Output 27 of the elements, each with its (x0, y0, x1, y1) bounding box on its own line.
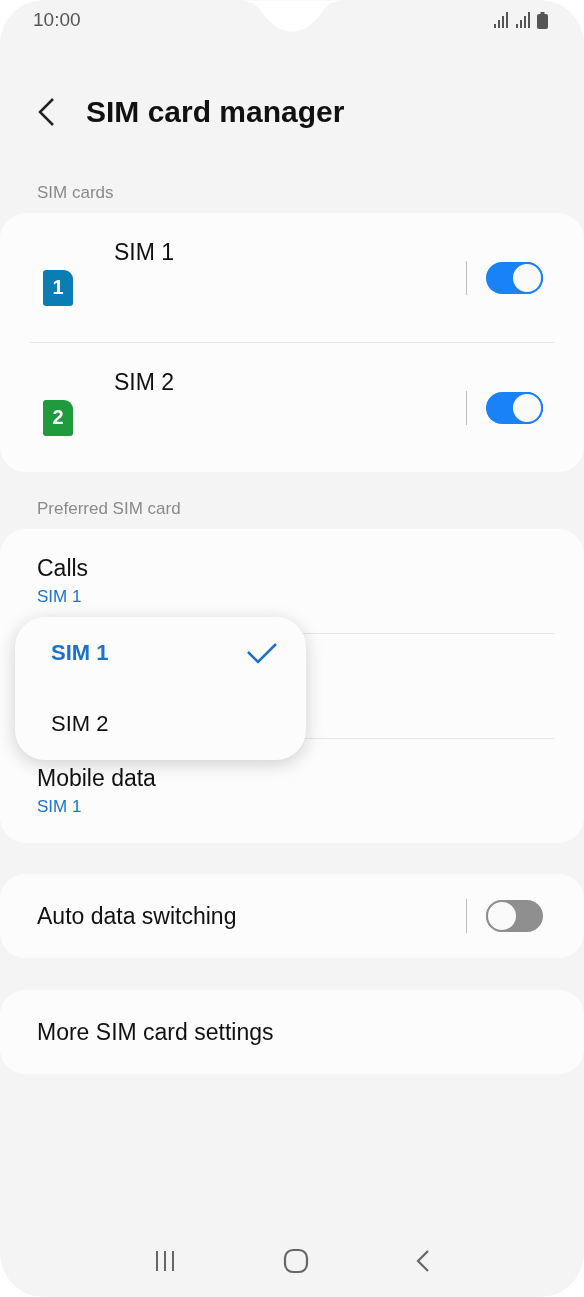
back-nav-icon[interactable] (415, 1249, 431, 1273)
popup-option[interactable]: SIM 1 (51, 617, 278, 688)
status-time: 10:00 (33, 9, 81, 31)
toggle-switch[interactable] (486, 261, 543, 294)
section-heading: SIM cards (36, 182, 115, 204)
sim-name: SIM 2 (114, 369, 175, 396)
recent-apps-icon[interactable] (153, 1250, 177, 1272)
sim-icon: 2 (43, 399, 73, 436)
sim-name: SIM 1 (114, 239, 175, 266)
section-heading: Preferred SIM card (36, 498, 182, 520)
setting-title[interactable]: More SIM card settings (37, 1019, 274, 1045)
signal-icon (515, 12, 532, 28)
signal-icon (493, 12, 510, 28)
page-title: SIM card manager (86, 95, 345, 129)
sim-icon: 1 (43, 269, 73, 306)
battery-icon (537, 11, 548, 29)
setting-title: Calls (37, 555, 90, 581)
back-button[interactable] (36, 97, 56, 127)
checkmark-icon (246, 641, 278, 664)
toggle-switch[interactable] (486, 391, 543, 424)
popup-option[interactable]: SIM 2 (51, 688, 278, 759)
home-icon[interactable] (283, 1248, 309, 1274)
setting-value: SIM 1 (37, 797, 83, 817)
setting-value: SIM 1 (37, 587, 83, 607)
toggle-switch[interactable] (486, 900, 543, 932)
setting-title: Mobile data (37, 765, 157, 791)
setting-title: Auto data switching (37, 903, 237, 929)
